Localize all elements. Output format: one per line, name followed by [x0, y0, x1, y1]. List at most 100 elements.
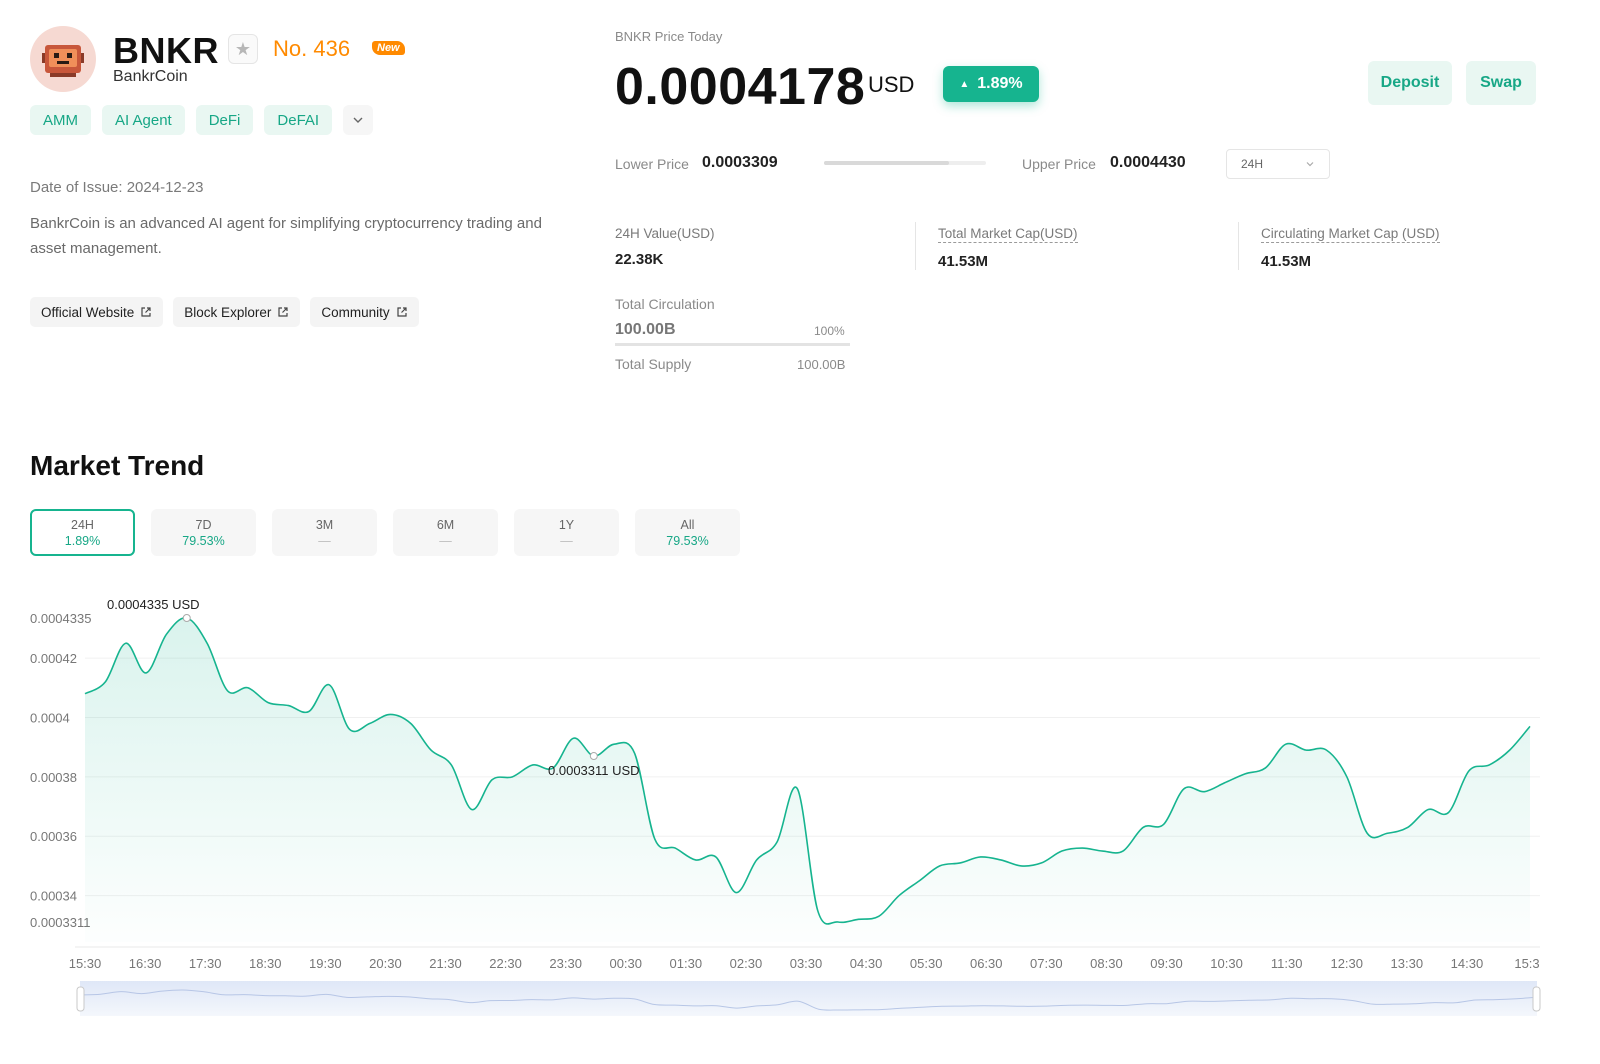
total-circulation-value: 100.00B: [615, 321, 676, 338]
coin-logo: [30, 26, 96, 92]
period-tabs: 24H 1.89% 7D 79.53% 3M — 6M — 1Y — All 7…: [30, 509, 740, 556]
robot-logo-icon: [42, 45, 84, 77]
y-tick-label: 0.00042: [30, 651, 77, 666]
link-label: Official Website: [41, 304, 135, 320]
tag-ai-agent[interactable]: AI Agent: [102, 105, 185, 135]
tag-defai[interactable]: DeFAI: [264, 105, 333, 135]
new-badge: New: [372, 41, 405, 55]
stat-circulating-market-cap: Circulating Market Cap (USD) 41.53M: [1261, 226, 1440, 270]
period-tab-change: —: [560, 533, 573, 548]
x-tick-label: 10:30: [1210, 956, 1243, 971]
y-tick-label: 0.00036: [30, 829, 77, 844]
x-tick-label: 17:30: [189, 956, 222, 971]
price-range-bar: [824, 161, 986, 165]
x-tick-label: 15:3: [1514, 956, 1539, 971]
coin-description: BankrCoin is an advanced AI agent for si…: [30, 215, 542, 257]
x-tick-label: 03:30: [790, 956, 823, 971]
x-tick-label: 04:30: [850, 956, 883, 971]
stat-value: 41.53M: [1261, 253, 1312, 270]
circulation-bar: [615, 343, 850, 346]
price-change-badge: ▲ 1.89%: [943, 66, 1039, 102]
max-point-marker: [182, 614, 191, 622]
external-link-icon: [141, 307, 151, 317]
period-tab-label: 3M: [315, 517, 334, 532]
period-tab-label: 24H: [71, 517, 94, 532]
tag-defi[interactable]: DeFi: [195, 105, 254, 135]
circulation-percent: 100%: [814, 324, 845, 338]
coin-name: BankrCoin: [113, 68, 188, 85]
chevron-down-icon: [1306, 162, 1314, 167]
total-supply-value: 100.00B: [797, 357, 846, 372]
min-price-label: 0.0003311 USD: [548, 763, 640, 778]
x-tick-label: 18:30: [249, 956, 282, 971]
min-point-marker: [589, 752, 598, 761]
period-tab-24h[interactable]: 24H 1.89%: [30, 509, 135, 556]
x-tick-label: 06:30: [970, 956, 1003, 971]
period-tab-1y[interactable]: 1Y —: [514, 509, 619, 556]
navigator-handle-right[interactable]: [1532, 986, 1541, 1012]
x-tick-label: 22:30: [489, 956, 522, 971]
x-tick-label: 00:30: [609, 956, 642, 971]
period-tab-all[interactable]: All 79.53%: [635, 509, 740, 556]
x-tick-label: 12:30: [1330, 956, 1363, 971]
deposit-button[interactable]: Deposit: [1368, 61, 1452, 105]
stat-label[interactable]: Total Market Cap(USD): [938, 226, 1078, 243]
x-tick-label: 16:30: [129, 956, 162, 971]
price-today-label: BNKR Price Today: [615, 29, 723, 44]
stat-label[interactable]: Circulating Market Cap (USD): [1261, 226, 1440, 243]
favorite-button[interactable]: ★: [228, 34, 258, 64]
period-tab-change: —: [439, 533, 452, 548]
triangle-up-icon: ▲: [959, 78, 970, 90]
navigator-handle-left[interactable]: [76, 986, 85, 1012]
total-supply-label: Total Supply: [615, 356, 692, 372]
period-tab-change: 79.53%: [666, 533, 709, 548]
y-tick-label: 0.00034: [30, 889, 77, 904]
tag-list: AMM AI Agent DeFi DeFAI: [30, 105, 374, 135]
price-area: [85, 617, 1530, 942]
y-tick-label: 0.00038: [30, 770, 77, 785]
x-tick-label: 01:30: [670, 956, 703, 971]
official-website-link[interactable]: Official Website: [30, 297, 164, 327]
coin-rank: No. 436: [273, 36, 351, 61]
y-tick-label: 0.0004: [30, 710, 70, 725]
lower-price-value: 0.0003309: [702, 154, 778, 171]
period-tab-7d[interactable]: 7D 79.53%: [151, 509, 256, 556]
swap-button[interactable]: Swap: [1466, 61, 1536, 105]
link-label: Block Explorer: [184, 304, 272, 320]
x-tick-label: 19:30: [309, 956, 342, 971]
x-tick-label: 08:30: [1090, 956, 1123, 971]
stat-label: 24H Value(USD): [615, 226, 715, 241]
tag-amm[interactable]: AMM: [30, 105, 91, 135]
price-unit: USD: [868, 72, 915, 97]
max-price-label: 0.0004335 USD: [107, 597, 200, 612]
period-tab-change: 1.89%: [64, 533, 101, 548]
block-explorer-link[interactable]: Block Explorer: [173, 297, 301, 327]
period-tab-label: All: [680, 517, 695, 532]
x-tick-label: 15:30: [69, 956, 102, 971]
y-tick-label: 0.0003311: [30, 915, 91, 930]
issue-date: Date of Issue: 2024-12-23: [30, 179, 204, 196]
x-tick-label: 02:30: [730, 956, 763, 971]
community-link[interactable]: Community: [310, 297, 419, 327]
divider: [915, 222, 916, 270]
price-change-value: 1.89%: [977, 75, 1023, 92]
x-tick-label: 23:30: [549, 956, 582, 971]
range-period-select[interactable]: 24H: [1226, 149, 1330, 179]
period-tab-change: —: [318, 533, 331, 548]
price-range-fill: [824, 161, 949, 165]
market-trend-title: Market Trend: [30, 450, 205, 481]
external-link-icon: [278, 307, 288, 317]
link-label: Community: [321, 304, 390, 320]
more-tags-button[interactable]: [343, 105, 374, 135]
price-chart[interactable]: 0.0004335 0.00042 0.0004 0.00038 0.00036 0.00…: [0, 580, 1600, 1030]
external-links: Official Website Block Explorer Communit…: [30, 297, 419, 327]
stat-value: 22.38K: [615, 251, 664, 268]
divider: [1238, 222, 1239, 270]
period-tab-3m[interactable]: 3M —: [272, 509, 377, 556]
star-icon: ★: [234, 38, 252, 59]
y-tick-label: 0.0004335: [30, 611, 91, 626]
x-tick-label: 09:30: [1150, 956, 1183, 971]
period-tab-label: 1Y: [558, 517, 575, 532]
period-tab-6m[interactable]: 6M —: [393, 509, 498, 556]
current-price: 0.0004178: [615, 58, 866, 116]
